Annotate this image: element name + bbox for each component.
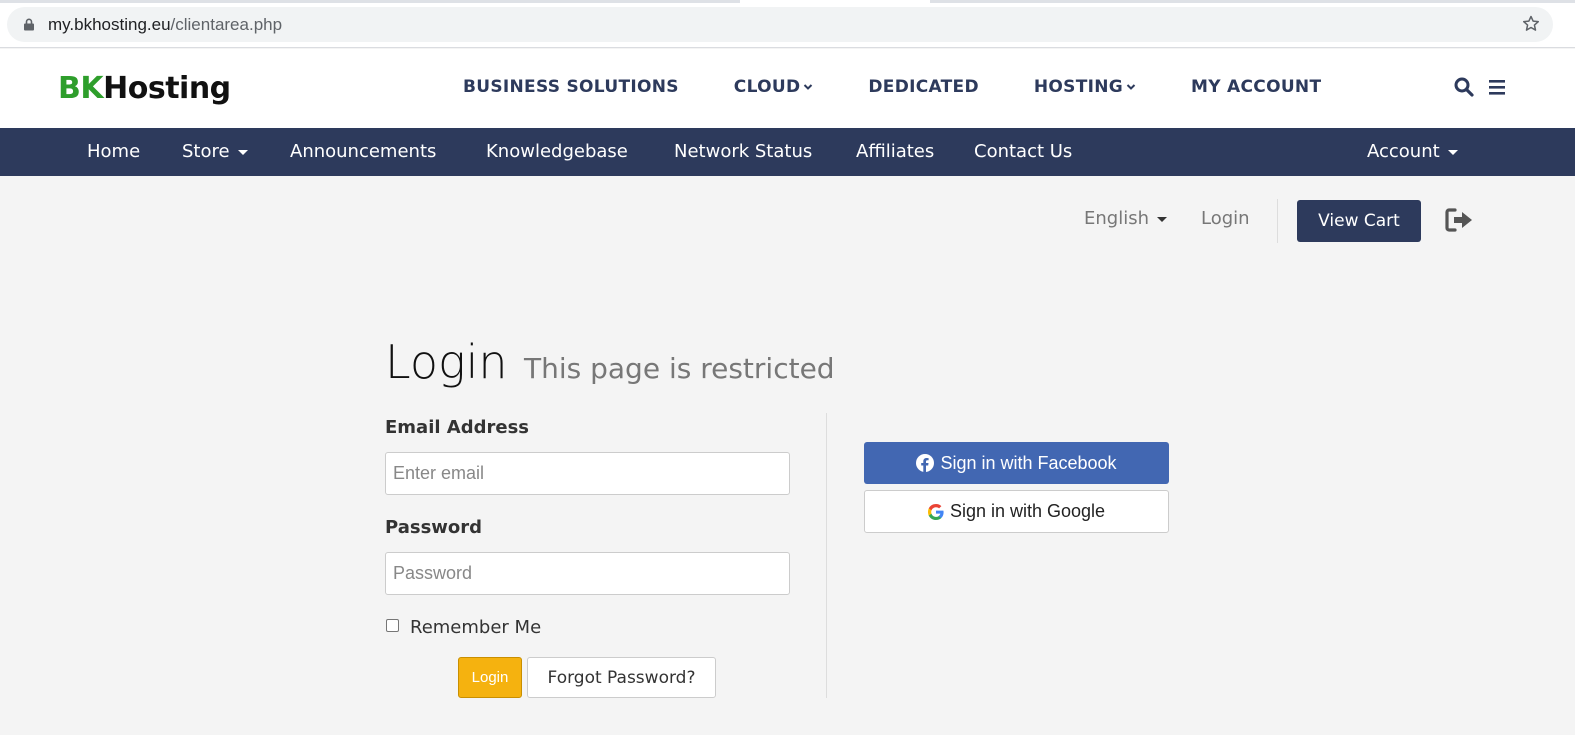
lock-icon[interactable] — [23, 18, 35, 31]
site-header: BKHosting BUSINESS SOLUTIONS CLOUD DEDIC… — [0, 49, 1575, 129]
facebook-signin-button[interactable]: Sign in with Facebook — [864, 442, 1169, 484]
chevron-down-icon — [804, 84, 813, 90]
email-label: Email Address — [385, 417, 530, 438]
main-nav: BUSINESS SOLUTIONS CLOUD DEDICATED HOSTI… — [463, 77, 1376, 97]
site-logo[interactable]: BKHosting — [58, 71, 231, 106]
page-subtitle: This page is restricted — [524, 352, 835, 385]
page-title: Login — [385, 335, 508, 389]
nav-label: HOSTING — [1033, 77, 1124, 97]
subnav-label: Contact Us — [974, 141, 1073, 162]
subnav-label: Affiliates — [856, 141, 935, 162]
tab-strip — [0, 0, 1575, 3]
subnav-label: Network Status — [674, 141, 813, 162]
active-tab[interactable] — [740, 0, 930, 3]
url-host: my.bkhosting.eu — [48, 15, 171, 34]
subnav-announcements[interactable]: Announcements — [290, 141, 436, 162]
caret-down-icon — [1447, 149, 1458, 155]
password-label: Password — [385, 517, 483, 538]
url-path: /clientarea.php — [170, 15, 283, 34]
subnav-store[interactable]: Store — [182, 141, 248, 162]
view-cart-button[interactable]: View Cart — [1297, 200, 1421, 242]
chevron-down-icon — [1126, 84, 1136, 90]
subnav-affiliates[interactable]: Affiliates — [856, 141, 934, 162]
remember-me-checkbox[interactable] — [386, 619, 399, 632]
subnav-network-status[interactable]: Network Status — [674, 141, 812, 162]
subnav-label: Account — [1367, 141, 1440, 162]
subnav-home[interactable]: Home — [87, 141, 140, 162]
toolbar-divider — [1277, 199, 1278, 243]
sign-out-icon[interactable] — [1445, 207, 1475, 233]
google-signin-button[interactable]: Sign in with Google — [864, 490, 1169, 533]
subnav-label: Announcements — [290, 141, 437, 162]
facebook-label: Sign in with Facebook — [940, 452, 1117, 473]
bookmark-star-icon[interactable] — [1521, 14, 1541, 34]
password-field[interactable] — [385, 552, 790, 595]
nav-label: BUSINESS SOLUTIONS — [463, 77, 679, 97]
menu-icon[interactable] — [1488, 77, 1506, 102]
browser-toolbar: my.bkhosting.eu/clientarea.php — [0, 0, 1575, 48]
facebook-icon — [916, 454, 935, 472]
header-icons — [1454, 77, 1520, 102]
login-button[interactable]: Login — [458, 657, 522, 698]
toolbar-login-link[interactable]: Login — [1201, 208, 1250, 229]
address-bar[interactable]: my.bkhosting.eu/clientarea.php — [7, 7, 1553, 42]
nav-label: CLOUD — [733, 77, 801, 97]
google-label: Sign in with Google — [949, 501, 1106, 521]
nav-dedicated[interactable]: DEDICATED — [868, 77, 979, 97]
nav-cloud[interactable]: CLOUD — [734, 77, 814, 97]
subnav-label: Store — [182, 141, 230, 162]
nav-hosting[interactable]: HOSTING — [1034, 77, 1136, 97]
secondary-nav: Home Store Announcements Knowledgebase N… — [0, 128, 1575, 176]
subnav-label: Knowledgebase — [486, 141, 628, 162]
forgot-password-button[interactable]: Forgot Password? — [527, 657, 716, 698]
language-label: English — [1084, 208, 1149, 229]
google-icon — [927, 503, 944, 520]
logo-bk: BK — [58, 71, 104, 106]
language-selector[interactable]: English — [1084, 208, 1167, 229]
email-field[interactable] — [385, 452, 790, 495]
remember-me-label[interactable]: Remember Me — [410, 617, 541, 638]
caret-down-icon — [237, 149, 248, 155]
nav-label: DEDICATED — [868, 77, 979, 97]
search-icon[interactable] — [1454, 77, 1474, 102]
subnav-label: Home — [87, 141, 141, 162]
subnav-contact-us[interactable]: Contact Us — [974, 141, 1072, 162]
panel-divider — [826, 413, 827, 698]
caret-down-icon — [1157, 216, 1167, 222]
subnav-account[interactable]: Account — [1367, 141, 1458, 162]
nav-label: MY ACCOUNT — [1191, 77, 1322, 97]
subnav-knowledgebase[interactable]: Knowledgebase — [486, 141, 628, 162]
url-text[interactable]: my.bkhosting.eu/clientarea.php — [48, 15, 282, 35]
logo-hosting: Hosting — [103, 71, 231, 106]
nav-my-account[interactable]: MY ACCOUNT — [1191, 77, 1321, 97]
nav-business-solutions[interactable]: BUSINESS SOLUTIONS — [463, 77, 679, 97]
